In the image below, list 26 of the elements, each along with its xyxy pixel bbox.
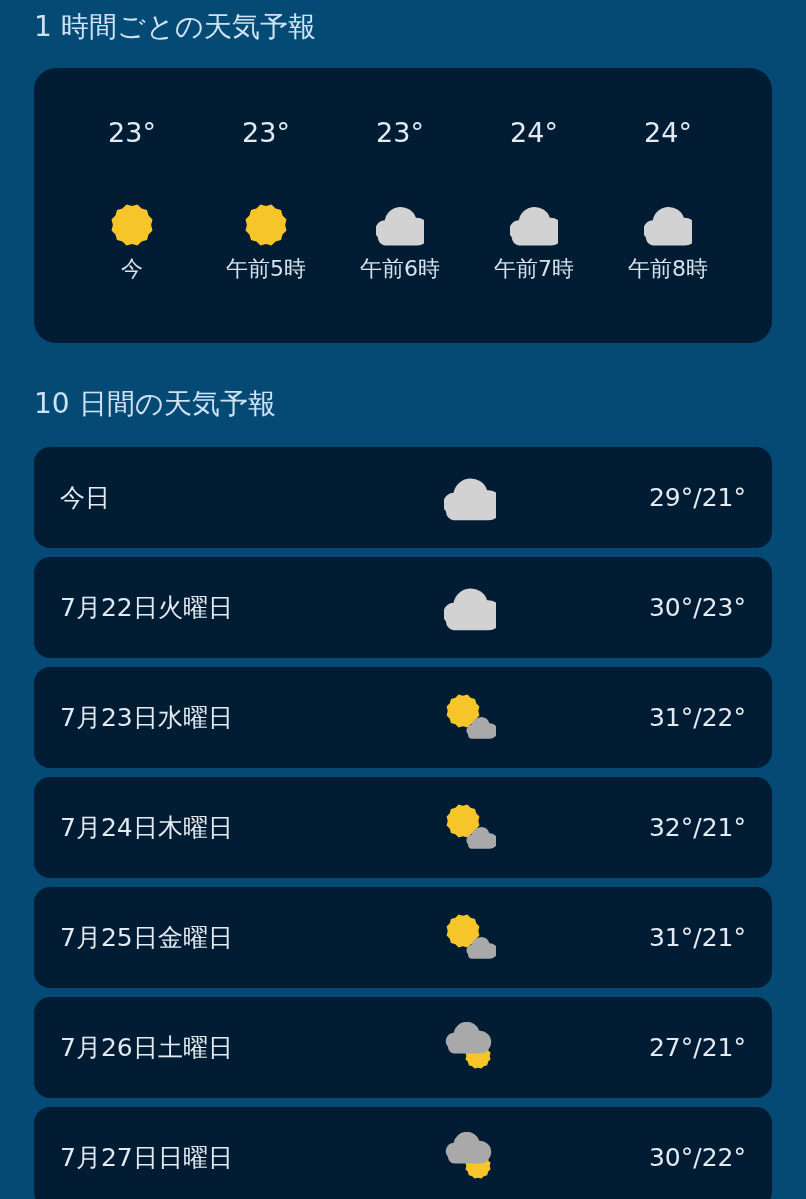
temperature-range: 30°/23° <box>647 593 746 622</box>
temperature-range: 30°/22° <box>647 1143 746 1172</box>
temperature: 23° <box>108 116 156 150</box>
temperature-range: 27°/21° <box>647 1033 746 1062</box>
day-label: 7月23日水曜日 <box>60 702 234 734</box>
temperature: 24° <box>644 116 692 150</box>
temperature: 23° <box>376 116 424 150</box>
day-label: 7月26日土曜日 <box>60 1032 234 1064</box>
hour-label: 今 <box>121 255 143 283</box>
day-label: 7月22日火曜日 <box>60 592 234 624</box>
temperature: 23° <box>242 116 290 150</box>
hour-label: 午前6時 <box>360 255 440 283</box>
hour-label: 午前5時 <box>226 255 306 283</box>
day-label: 7月24日木曜日 <box>60 812 234 844</box>
day-label: 今日 <box>60 482 111 514</box>
hour-label: 午前8時 <box>628 255 708 283</box>
temperature-range: 31°/21° <box>647 923 746 952</box>
temperature-range: 29°/21° <box>647 483 746 512</box>
temperature-range: 32°/21° <box>647 813 746 842</box>
temperature: 24° <box>510 116 558 150</box>
section-heading: 1 時間ごとの天気予報 <box>34 9 317 45</box>
temperature-range: 31°/22° <box>647 703 746 732</box>
day-label: 7月25日金曜日 <box>60 922 234 954</box>
day-label: 7月27日日曜日 <box>60 1142 234 1174</box>
section-heading: 10 日間の天気予報 <box>34 386 277 422</box>
hour-label: 午前7時 <box>494 255 574 283</box>
